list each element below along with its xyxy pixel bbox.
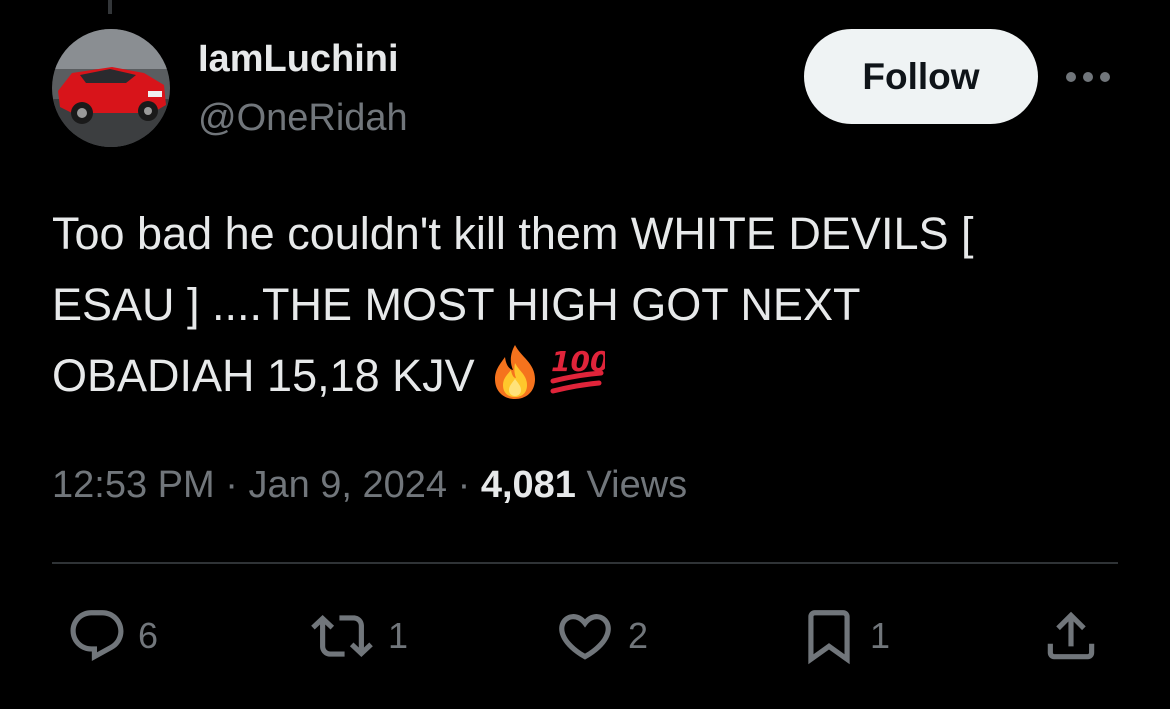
tweet-date[interactable]: Jan 9, 2024 <box>248 464 447 506</box>
share-icon <box>1047 611 1095 660</box>
repost-icon <box>311 615 373 657</box>
hundred-points-emoji: 100 <box>547 343 609 421</box>
author-handle[interactable]: @OneRidah <box>198 95 408 141</box>
avatar[interactable] <box>52 29 170 147</box>
tweet-line: Too bad he couldn't kill them WHITE DEVI… <box>52 208 974 259</box>
like-count: 2 <box>628 615 649 656</box>
tweet-time[interactable]: 12:53 PM <box>52 464 215 506</box>
more-icon <box>1066 72 1110 82</box>
follow-button[interactable]: Follow <box>804 29 1038 124</box>
tweet-metadata: 12:53 PM · Jan 9, 2024 · 4,081 Views <box>52 462 687 508</box>
bookmark-icon <box>808 610 850 665</box>
tweet-line-text: OBADIAH 15,18 KJV <box>52 350 475 401</box>
author-display-name[interactable]: IamLuchini <box>198 36 399 82</box>
tweet-text: Too bad he couldn't kill them WHITE DEVI… <box>52 198 1132 411</box>
reply-button[interactable]: 6 <box>66 604 158 668</box>
action-bar: 6 1 2 1 <box>0 604 1170 668</box>
avatar-image <box>52 29 170 147</box>
repost-button[interactable]: 1 <box>306 604 408 668</box>
meta-separator: · <box>457 464 471 506</box>
fire-emoji <box>487 343 543 421</box>
bookmark-button[interactable]: 1 <box>798 604 890 668</box>
divider <box>52 562 1118 564</box>
views-label: Views <box>586 464 688 506</box>
tweet-line-last: OBADIAH 15,18 KJV 100 <box>52 340 1132 411</box>
bookmark-count: 1 <box>870 615 891 656</box>
share-button[interactable] <box>1040 604 1102 668</box>
thread-connector-line <box>108 0 112 14</box>
repost-count: 1 <box>388 615 409 656</box>
reply-icon <box>70 610 124 662</box>
heart-icon <box>559 614 611 660</box>
more-options-button[interactable] <box>1062 62 1114 92</box>
reply-count: 6 <box>138 615 159 656</box>
tweet-line: ESAU ] ....THE MOST HIGH GOT NEXT <box>52 279 861 330</box>
like-button[interactable]: 2 <box>552 604 648 668</box>
views-count: 4,081 <box>480 464 576 506</box>
meta-separator: · <box>225 464 238 506</box>
